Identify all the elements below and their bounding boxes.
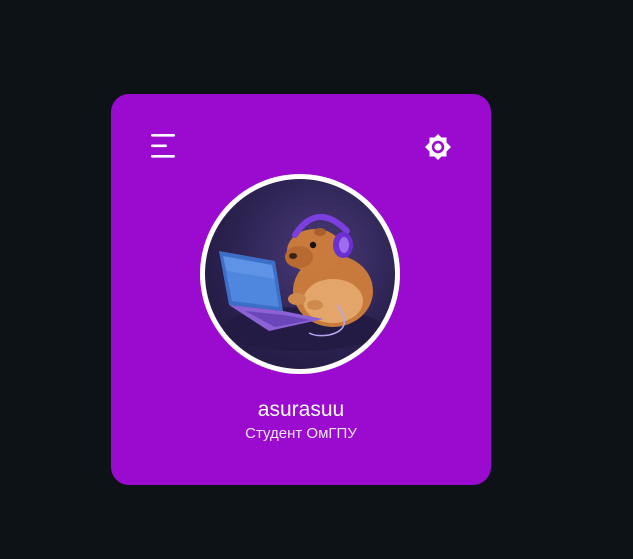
- avatar-frame: [200, 174, 400, 374]
- menu-icon: [151, 134, 175, 158]
- theme-toggle-button[interactable]: [425, 134, 451, 160]
- profile-card: asurasuu Студент ОмГПУ: [111, 94, 491, 485]
- page: asurasuu Студент ОмГПУ: [0, 0, 633, 559]
- sun-brightness-icon: [425, 134, 451, 160]
- avatar[interactable]: [205, 179, 395, 369]
- user-subtitle: Студент ОмГПУ: [245, 425, 357, 442]
- username: asurasuu: [257, 398, 345, 421]
- menu-button[interactable]: [151, 134, 177, 158]
- avatar-image: [219, 213, 383, 351]
